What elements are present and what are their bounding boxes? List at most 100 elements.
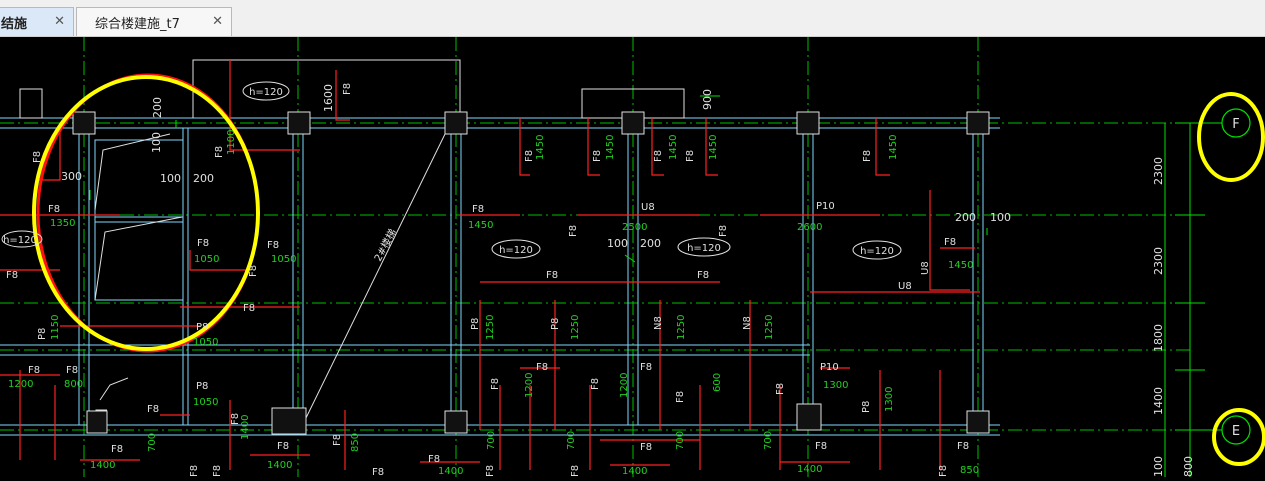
structural-plan-drawing[interactable]: F E h=120 h=120 h=120 h=120 h=120 2300 2… bbox=[0, 37, 1265, 478]
rebar-length: 700 bbox=[675, 431, 686, 450]
rebar-length: 1450 bbox=[535, 135, 546, 160]
rebar-label: F8 bbox=[536, 362, 548, 373]
tab-jieshi[interactable]: 结施 ✕ bbox=[0, 7, 74, 36]
rebar-length: 2500 bbox=[622, 222, 647, 233]
rebar-label: P8 bbox=[196, 381, 208, 392]
dimension-text: 200 bbox=[151, 97, 164, 118]
rebar-length: 1050 bbox=[193, 397, 218, 408]
close-icon[interactable]: ✕ bbox=[212, 14, 223, 29]
dimension-text: 900 bbox=[701, 89, 714, 110]
rebar-label: F8 bbox=[111, 444, 123, 455]
rebar-length: 2600 bbox=[797, 222, 822, 233]
rebar-label: F8 bbox=[862, 150, 873, 162]
rebar-label: F8 bbox=[570, 465, 581, 477]
dimension-text: 800 bbox=[1182, 456, 1195, 477]
rebar-length: 850 bbox=[960, 465, 979, 476]
rebar-label: F8 bbox=[267, 240, 279, 251]
rebar-length: 1450 bbox=[708, 135, 719, 160]
rebar-length: 700 bbox=[763, 431, 774, 450]
rebar-label: P10 bbox=[820, 362, 839, 373]
rebar-label: P8 bbox=[861, 401, 872, 413]
rebar-label: F8 bbox=[697, 270, 709, 281]
tab-label: 综合楼建施_t7 bbox=[95, 16, 180, 32]
rebar-label: F8 bbox=[653, 150, 664, 162]
cad-drawing-canvas[interactable]: F E h=120 h=120 h=120 h=120 h=120 2300 2… bbox=[0, 37, 1265, 478]
dimension-text: 1600 bbox=[322, 84, 335, 112]
rebar-label: F8 bbox=[6, 270, 18, 281]
rebar-length: 1100 bbox=[226, 130, 237, 155]
rebar-label: F8 bbox=[428, 454, 440, 465]
dimension-text: 1800 bbox=[1152, 324, 1165, 352]
rebar-label: F8 bbox=[938, 465, 949, 477]
rebar-length: 1200 bbox=[8, 379, 33, 390]
grid-label-e: E bbox=[1232, 424, 1240, 439]
rebar-length: 700 bbox=[486, 431, 497, 450]
rebar-label: F8 bbox=[212, 465, 223, 477]
rebar-label: P10 bbox=[816, 201, 835, 212]
rebar-label: F8 bbox=[28, 365, 40, 376]
slab-thickness-label: h=120 bbox=[3, 235, 37, 246]
dimension-text: 2300 bbox=[1152, 157, 1165, 185]
rebar-length: 1250 bbox=[764, 315, 775, 340]
rebar-label: F8 bbox=[332, 434, 343, 446]
close-icon[interactable]: ✕ bbox=[54, 14, 65, 29]
rebar-length: 700 bbox=[566, 431, 577, 450]
rebar-length: 1450 bbox=[468, 220, 493, 231]
dimension-text: 100 bbox=[990, 211, 1011, 224]
rebar-label: F8 bbox=[197, 238, 209, 249]
rebar-label: F8 bbox=[66, 365, 78, 376]
rebar-length: 600 bbox=[712, 373, 723, 392]
dimension-text: 100 bbox=[150, 132, 163, 153]
rebar-length: 1400 bbox=[240, 415, 251, 440]
rebar-label: F8 bbox=[490, 378, 501, 390]
rebar-label: U8 bbox=[898, 281, 912, 292]
slab-thickness-label: h=120 bbox=[687, 243, 721, 254]
rebar-length: 1050 bbox=[271, 254, 296, 265]
rebar-length: 700 bbox=[147, 433, 158, 452]
rebar-length: 1200 bbox=[524, 373, 535, 398]
dimension-text: 300 bbox=[61, 170, 82, 183]
dimension-text: 2300 bbox=[1152, 247, 1165, 275]
rebar-length: 1400 bbox=[90, 460, 115, 471]
rebar-length: 1050 bbox=[194, 254, 219, 265]
rebar-length: 1350 bbox=[50, 218, 75, 229]
slab-thickness-label: h=120 bbox=[860, 246, 894, 257]
rebar-label: U8 bbox=[641, 202, 655, 213]
rebar-label: F8 bbox=[372, 467, 384, 477]
rebar-label: F8 bbox=[243, 303, 255, 314]
rebar-label: P8 bbox=[196, 322, 208, 333]
rebar-label: F8 bbox=[590, 378, 601, 390]
rebar-label: F8 bbox=[640, 442, 652, 453]
grid-label-f: F bbox=[1232, 117, 1239, 132]
rebar-label: P8 bbox=[470, 318, 481, 330]
rebar-length: 1450 bbox=[888, 135, 899, 160]
rebar-label: F8 bbox=[248, 265, 259, 277]
rebar-label: F8 bbox=[675, 391, 686, 403]
tab-zonghelou-jianshi[interactable]: 综合楼建施_t7 ✕ bbox=[76, 7, 232, 36]
rebar-label: F8 bbox=[944, 237, 956, 248]
rebar-length: 1400 bbox=[797, 464, 822, 475]
rebar-label: N8 bbox=[653, 316, 664, 330]
rebar-label: U8 bbox=[920, 261, 931, 275]
rebar-length: 1400 bbox=[438, 466, 463, 477]
rebar-label: F8 bbox=[568, 225, 579, 237]
rebar-length: 1400 bbox=[267, 460, 292, 471]
slab-thickness-label: h=120 bbox=[499, 245, 533, 256]
rebar-label: F8 bbox=[485, 465, 496, 477]
dimension-text: 100 bbox=[1152, 456, 1165, 477]
rebar-label: F8 bbox=[718, 225, 729, 237]
rebar-length: 1450 bbox=[605, 135, 616, 160]
rebar-label: F8 bbox=[342, 83, 353, 95]
rebar-label: F8 bbox=[640, 362, 652, 373]
rebar-length: 1250 bbox=[570, 315, 581, 340]
rebar-length: 1200 bbox=[619, 373, 630, 398]
rebar-label: F8 bbox=[214, 146, 225, 158]
rebar-length: 1300 bbox=[823, 380, 848, 391]
rebar-label: F8 bbox=[277, 441, 289, 452]
rebar-length: 1050 bbox=[193, 337, 218, 348]
dimension-text: 100 bbox=[160, 172, 181, 185]
dimension-text: 200 bbox=[640, 237, 661, 250]
rebar-length: 1400 bbox=[622, 466, 647, 477]
rebar-label: F8 bbox=[189, 465, 200, 477]
rebar-length: 1250 bbox=[676, 315, 687, 340]
